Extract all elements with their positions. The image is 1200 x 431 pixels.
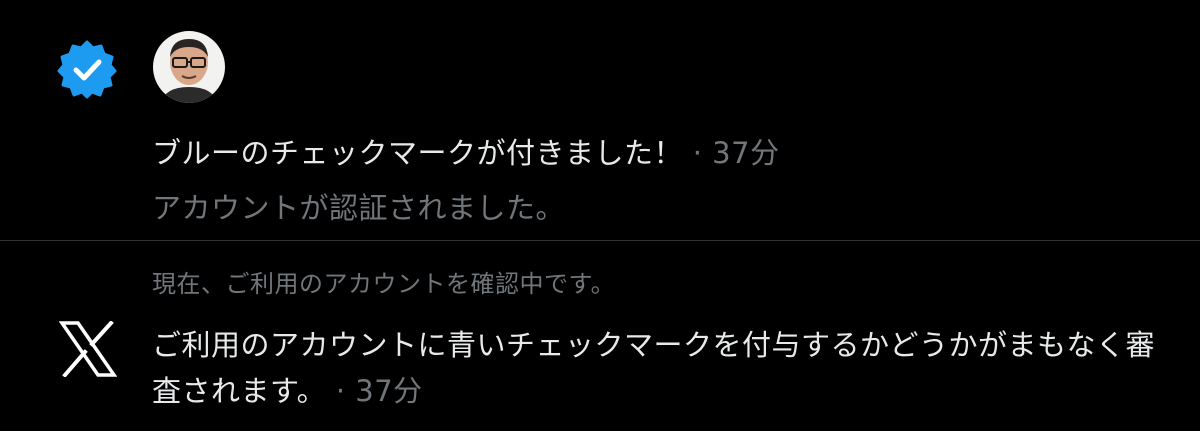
verified-badge-icon (57, 39, 117, 99)
notification-body-text: ご利用のアカウントに青いチェックマークを付与するかどうかがまもなく審査されます。 (152, 328, 1156, 408)
meta-separator: · (683, 136, 713, 170)
x-logo-icon (58, 320, 118, 378)
notification-time: 37分 (355, 374, 423, 408)
notification-body: ご利用のアカウントに青いチェックマークを付与するかどうかがまもなく審査されます。… (152, 322, 1162, 414)
notification-subtitle: アカウントが認証されました。 (152, 191, 566, 225)
notification-context: 現在、ご利用のアカウントを確認中です。 (152, 270, 616, 298)
notification-title: ブルーのチェックマークが付きました！ · 37分 (152, 135, 780, 171)
meta-separator: · (326, 374, 356, 408)
notification-time: 37分 (712, 136, 780, 170)
notification-title-text: ブルーのチェックマークが付きました！ (152, 136, 684, 170)
notification-verified[interactable]: ブルーのチェックマークが付きました！ · 37分 アカウントが認証されました。 (0, 0, 1200, 241)
avatar[interactable] (153, 31, 225, 103)
divider (0, 240, 1200, 241)
